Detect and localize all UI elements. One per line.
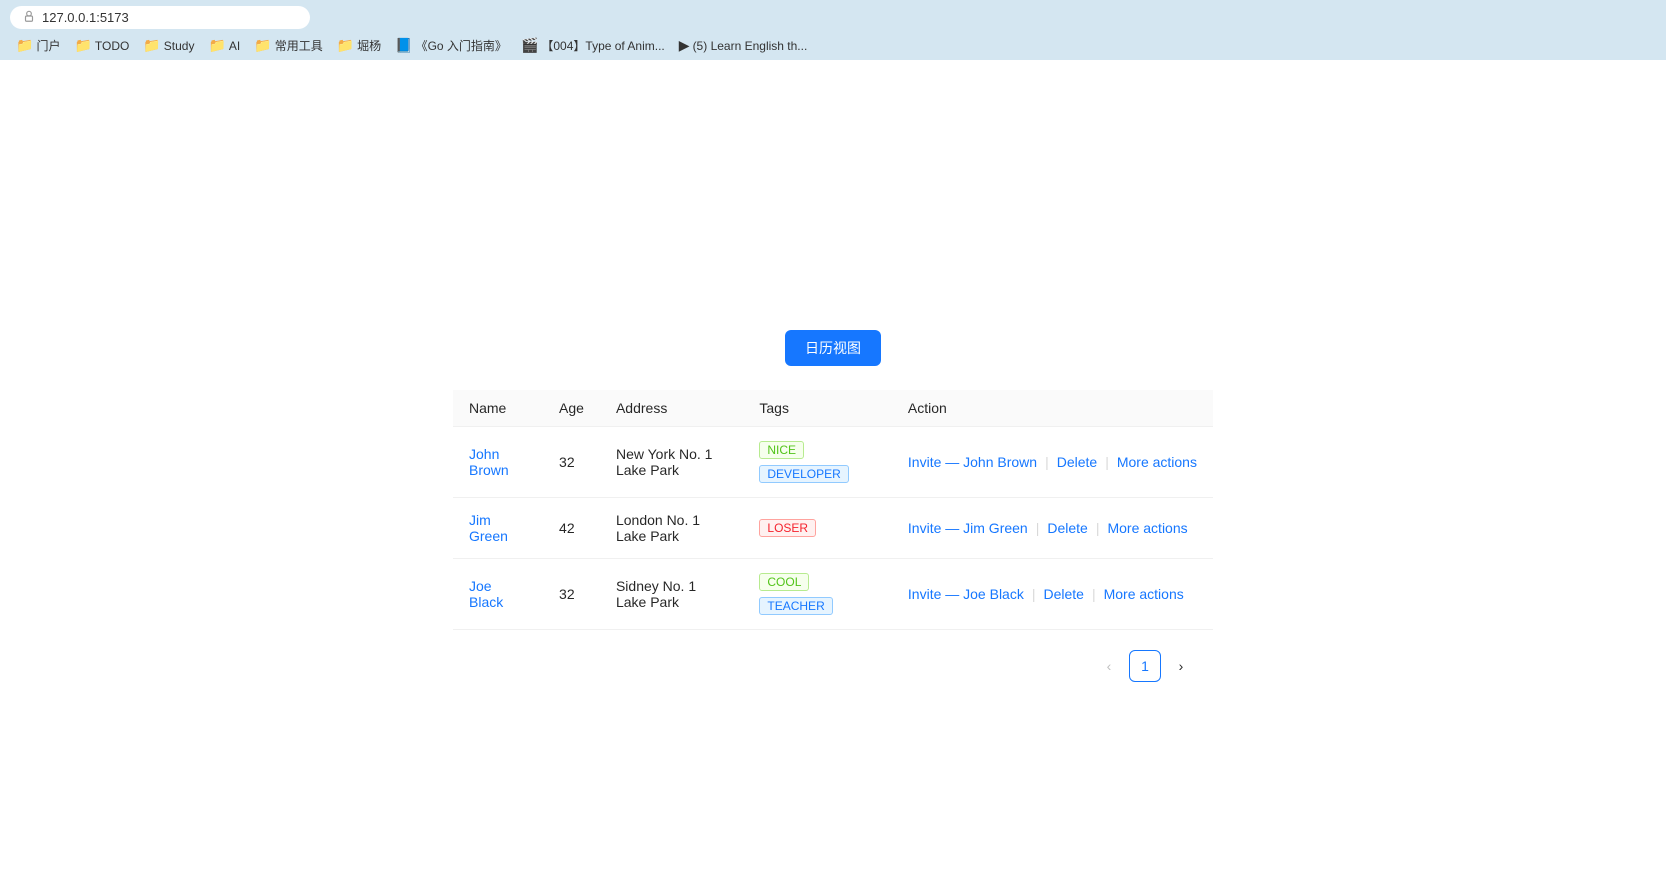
- invite-link-2[interactable]: Invite — Joe Black: [908, 586, 1024, 602]
- delete-link-0[interactable]: Delete: [1057, 454, 1097, 470]
- row-tags-0: NICE DEVELOPER: [743, 427, 892, 498]
- pagination-page-1-button[interactable]: 1: [1129, 650, 1161, 682]
- bookmark-item[interactable]: 📁堀杨: [331, 35, 387, 56]
- row-action-1: Invite — Jim Green | Delete | More actions: [892, 498, 1213, 559]
- row-action-2: Invite — Joe Black | Delete | More actions: [892, 559, 1213, 630]
- lock-icon: [22, 9, 36, 26]
- row-address-0: New York No. 1 Lake Park: [600, 427, 743, 498]
- invite-link-0[interactable]: Invite — John Brown: [908, 454, 1037, 470]
- action-divider: |: [1105, 454, 1109, 470]
- browser-chrome: 127.0.0.1:5173 📁门户📁TODO📁Study📁AI📁常用工具📁堀杨…: [0, 0, 1666, 60]
- more-actions-link-0[interactable]: More actions: [1117, 454, 1197, 470]
- row-age-1: 42: [543, 498, 600, 559]
- row-tags-1: LOSER: [743, 498, 892, 559]
- page-content: 日历视图 Name Age Address Tags Action John B…: [0, 60, 1666, 893]
- tag-cool: COOL: [759, 573, 809, 591]
- col-action: Action: [892, 390, 1213, 427]
- row-age-2: 32: [543, 559, 600, 630]
- tag-developer: DEVELOPER: [759, 465, 848, 483]
- bookmark-item[interactable]: ▶(5) Learn English th...: [673, 35, 814, 56]
- address-bar[interactable]: 127.0.0.1:5173: [10, 6, 310, 29]
- bookmark-item[interactable]: 📁AI: [202, 35, 246, 56]
- calendar-view-button[interactable]: 日历视图: [785, 330, 881, 366]
- data-table: Name Age Address Tags Action John Brown 3…: [453, 390, 1213, 630]
- bookmark-item[interactable]: 📁常用工具: [248, 35, 328, 56]
- col-address: Address: [600, 390, 743, 427]
- action-divider: |: [1096, 520, 1100, 536]
- table-row: John Brown32New York No. 1 Lake ParkNICE…: [453, 427, 1213, 498]
- table-row: Jim Green 42London No. 1 Lake Park LOSER In…: [453, 498, 1213, 559]
- action-divider: |: [1092, 586, 1096, 602]
- row-name-link-0[interactable]: John Brown: [469, 446, 509, 478]
- table-row: Joe Black 32Sidney No. 1 Lake Park COOL TEA…: [453, 559, 1213, 630]
- bookmark-item[interactable]: 📘《Go 入门指南》: [389, 35, 513, 56]
- bookmark-item[interactable]: 📁TODO: [68, 35, 135, 56]
- table-header-row: Name Age Address Tags Action: [453, 390, 1213, 427]
- url-text: 127.0.0.1:5173: [42, 10, 129, 25]
- delete-link-2[interactable]: Delete: [1043, 586, 1083, 602]
- delete-link-1[interactable]: Delete: [1047, 520, 1087, 536]
- pagination: ‹ 1 ›: [453, 650, 1213, 682]
- bookmark-item[interactable]: 🎬【004】Type of Anim...: [515, 35, 671, 56]
- row-name-link-2[interactable]: Joe Black: [469, 578, 503, 610]
- row-tags-2: COOL TEACHER: [743, 559, 892, 630]
- more-actions-link-2[interactable]: More actions: [1104, 586, 1184, 602]
- bookmarks-bar: 📁门户📁TODO📁Study📁AI📁常用工具📁堀杨📘《Go 入门指南》🎬【004…: [10, 35, 1656, 60]
- more-actions-link-1[interactable]: More actions: [1107, 520, 1187, 536]
- tag-loser: LOSER: [759, 519, 816, 537]
- pagination-next-button[interactable]: ›: [1165, 650, 1197, 682]
- col-tags: Tags: [743, 390, 892, 427]
- bookmark-item[interactable]: 📁Study: [137, 35, 200, 56]
- data-table-container: Name Age Address Tags Action John Brown 3…: [453, 390, 1213, 630]
- row-address-2: Sidney No. 1 Lake Park: [600, 559, 743, 630]
- action-divider: |: [1045, 454, 1049, 470]
- tag-teacher: TEACHER: [759, 597, 832, 615]
- col-name: Name: [453, 390, 543, 427]
- action-divider: |: [1032, 586, 1036, 602]
- row-name-link-1[interactable]: Jim Green: [469, 512, 508, 544]
- row-address-1: London No. 1 Lake Park: [600, 498, 743, 559]
- pagination-prev-button[interactable]: ‹: [1093, 650, 1125, 682]
- col-age: Age: [543, 390, 600, 427]
- row-age-0: 32: [543, 427, 600, 498]
- invite-link-1[interactable]: Invite — Jim Green: [908, 520, 1028, 536]
- tag-nice: NICE: [759, 441, 804, 459]
- action-divider: |: [1036, 520, 1040, 536]
- row-action-0: Invite — John Brown | Delete | More actions: [892, 427, 1213, 498]
- bookmark-item[interactable]: 📁门户: [10, 35, 66, 56]
